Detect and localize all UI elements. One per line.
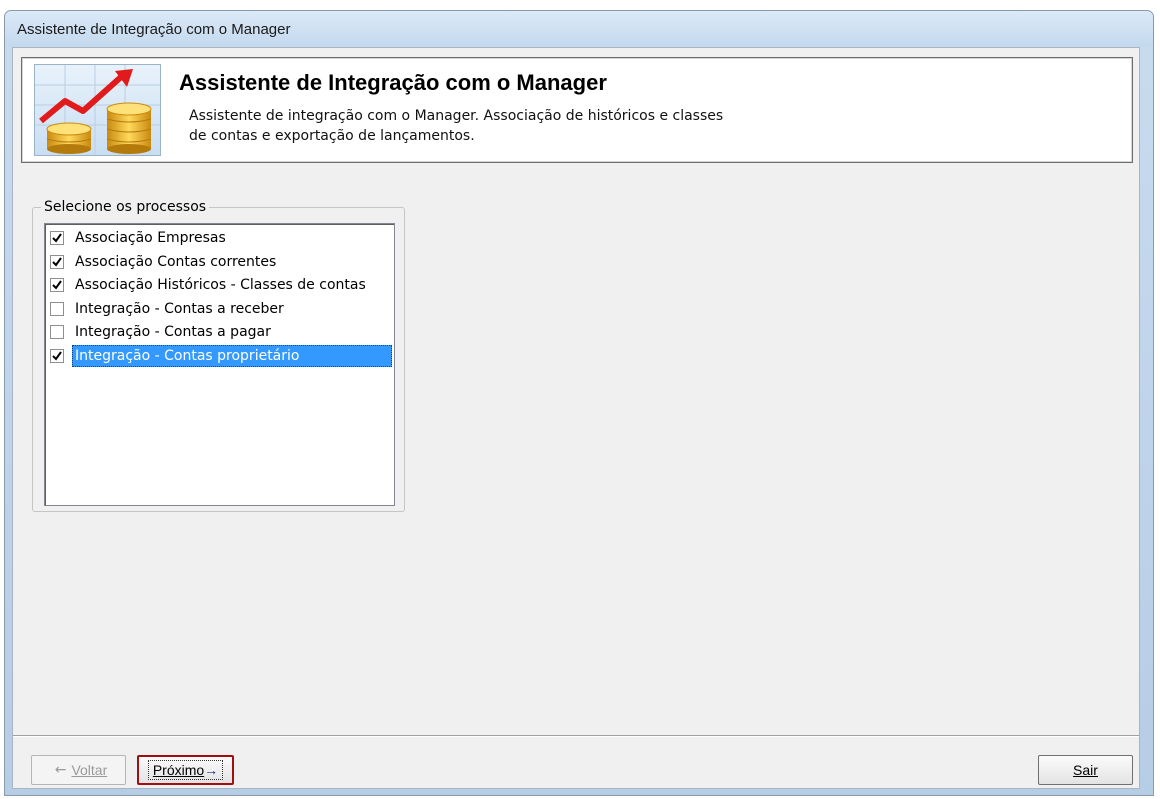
wizard-description-line2: de contas e exportação de lançamentos. <box>189 128 475 144</box>
exit-button-label: Sair <box>1073 762 1098 778</box>
title-bar[interactable]: Assistente de Integração com o Manager <box>5 11 1153 47</box>
wizard-client-area: Assistente de Integração com o Manager A… <box>12 47 1140 789</box>
exit-button[interactable]: Sair <box>1038 755 1133 785</box>
wizard-window: Assistente de Integração com o Manager A… <box>4 10 1154 796</box>
right-arrow-icon: → <box>204 762 219 778</box>
next-button[interactable]: Próximo → <box>137 755 234 785</box>
process-item[interactable]: Associação Contas correntes <box>47 250 392 274</box>
wizard-description: Assistente de integração com o Manager. … <box>189 106 789 146</box>
checkbox-unchecked-icon[interactable] <box>50 325 64 339</box>
wizard-title: Assistente de Integração com o Manager <box>179 70 607 95</box>
checkbox-checked-icon[interactable] <box>50 278 64 292</box>
process-item-label: Associação Históricos - Classes de conta… <box>75 277 366 293</box>
process-item-label: Associação Empresas <box>75 230 226 246</box>
checkbox-checked-icon[interactable] <box>50 231 64 245</box>
process-item[interactable]: Associação Empresas <box>47 226 392 250</box>
back-button-label: Voltar <box>71 762 108 778</box>
wizard-description-line1: Assistente de integração com o Manager. … <box>189 108 724 124</box>
processes-checklist[interactable]: Associação Empresas Associação Contas cor… <box>44 223 395 506</box>
process-item-label: Associação Contas correntes <box>75 253 277 270</box>
next-button-focus: Próximo → <box>147 760 224 780</box>
process-item[interactable]: Integração - Contas a pagar <box>47 320 392 344</box>
back-button[interactable]: ← Voltar <box>31 755 126 785</box>
process-item-label: Integração - Contas a receber <box>75 300 284 317</box>
left-arrow-icon: ← <box>54 762 67 778</box>
processes-groupbox: Selecione os processos Associação Empres… <box>32 199 405 512</box>
process-item[interactable]: Integração - Contas proprietário <box>47 344 392 368</box>
window-title: Assistente de Integração com o Manager <box>17 21 291 38</box>
process-item[interactable]: Associação Históricos - Classes de conta… <box>47 273 392 297</box>
checkbox-unchecked-icon[interactable] <box>50 301 64 316</box>
bottom-separator <box>13 735 1139 737</box>
checkbox-checked-icon[interactable] <box>50 348 64 363</box>
process-item-label: Integração - Contas proprietário <box>72 344 392 367</box>
process-item-label: Integração - Contas a pagar <box>75 324 271 340</box>
processes-legend: Selecione os processos <box>41 199 210 215</box>
next-button-label: Próximo <box>152 762 205 778</box>
process-item[interactable]: Integração - Contas a receber <box>47 297 392 321</box>
wizard-header: Assistente de Integração com o Manager A… <box>21 57 1133 163</box>
checkbox-checked-icon[interactable] <box>50 254 64 269</box>
chart-coins-icon <box>34 64 161 156</box>
